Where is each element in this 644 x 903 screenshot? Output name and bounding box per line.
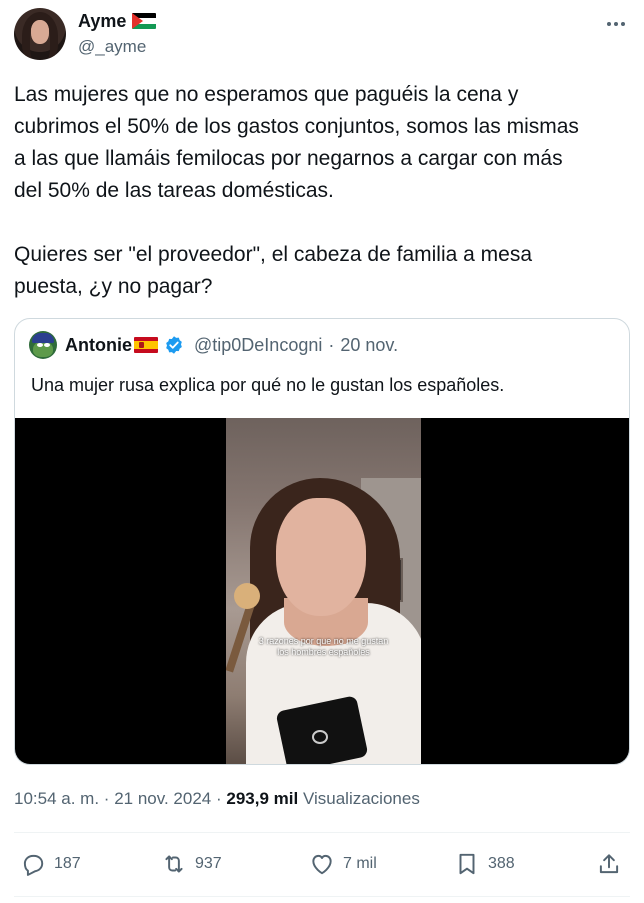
more-options-button[interactable] xyxy=(604,14,628,34)
action-bar: 187 937 7 mil 388 xyxy=(14,846,630,882)
tweet-header: Ayme @_ayme xyxy=(14,8,632,62)
repost-icon xyxy=(165,855,183,873)
share-button[interactable] xyxy=(596,850,630,878)
quoted-date: 20 nov. xyxy=(340,334,399,355)
heart-icon xyxy=(312,854,332,875)
quoted-tweet-text: Una mujer rusa explica por qué no le gus… xyxy=(31,375,505,395)
bookmark-icon xyxy=(459,853,475,875)
meta-separator-2: · xyxy=(215,789,222,808)
author-display-name-text[interactable]: Ayme xyxy=(78,10,126,32)
author-avatar[interactable] xyxy=(14,8,66,60)
tweet-text: Las mujeres que no esperamos que paguéis… xyxy=(14,83,579,298)
quoted-video[interactable]: 3 razones por que no me gustan los hombr… xyxy=(15,418,629,764)
author-display-name[interactable]: Ayme xyxy=(78,10,157,32)
quoted-author-avatar xyxy=(29,331,57,359)
views-label: Visualizaciones xyxy=(302,789,420,808)
quoted-tweet-header: Antonie @tip0DeIncogni · 20 nov. xyxy=(29,331,399,359)
quoted-author-handle: @tip0DeIncogni xyxy=(194,334,323,355)
like-button[interactable]: 7 mil xyxy=(309,850,377,878)
tweet-date[interactable]: 21 nov. 2024 xyxy=(114,789,211,808)
share-icon xyxy=(599,854,619,874)
author-handle[interactable]: @_ayme xyxy=(78,36,156,58)
divider-top xyxy=(14,832,630,833)
tweet-meta: 10:54 a. m. · 21 nov. 2024 · 293,9 mil V… xyxy=(14,787,420,811)
palestine-flag-icon xyxy=(132,13,157,29)
quoted-author-name: Antonie xyxy=(65,334,132,355)
reply-icon xyxy=(23,854,44,876)
repost-count: 937 xyxy=(195,855,222,872)
meta-separator: · xyxy=(103,789,110,808)
quoted-separator: · xyxy=(328,334,335,355)
video-frame: 3 razones por que no me gustan los hombr… xyxy=(226,418,421,764)
video-caption: 3 razones por que no me gustan los hombr… xyxy=(258,636,389,657)
spain-flag-icon xyxy=(134,337,158,353)
divider-bottom xyxy=(14,896,630,897)
quoted-tweet[interactable]: Antonie @tip0DeIncogni · 20 nov. Una muj… xyxy=(14,318,630,765)
tweet-time[interactable]: 10:54 a. m. xyxy=(14,789,99,808)
views-count: 293,9 mil xyxy=(226,789,299,808)
bookmark-count: 388 xyxy=(488,855,515,872)
author-names: Ayme @_ayme xyxy=(78,10,157,58)
bookmark-button[interactable]: 388 xyxy=(454,850,515,878)
repost-button[interactable]: 937 xyxy=(161,850,222,878)
reply-count: 187 xyxy=(54,855,81,872)
like-count: 7 mil xyxy=(343,855,377,872)
reply-button[interactable]: 187 xyxy=(20,850,81,878)
verified-badge-icon xyxy=(166,336,182,354)
